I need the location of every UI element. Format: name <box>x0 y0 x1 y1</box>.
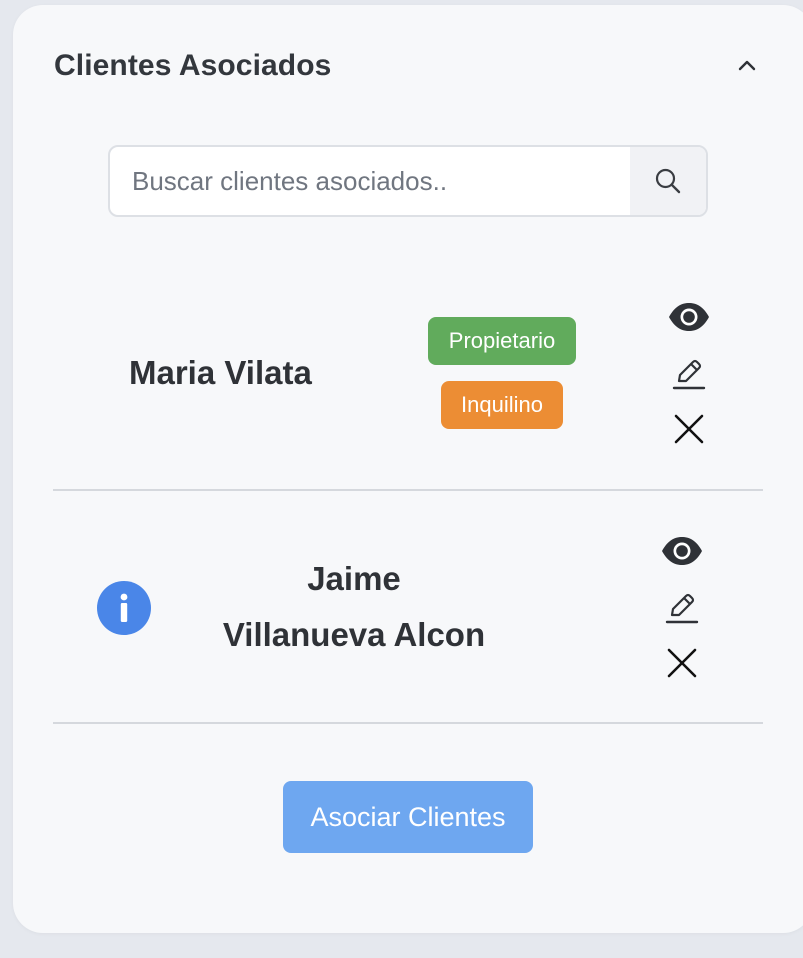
edit-client-button[interactable] <box>659 588 705 628</box>
client-name: Maria Vilata <box>129 354 312 391</box>
search-button[interactable] <box>630 147 706 215</box>
edit-icon <box>672 359 706 390</box>
remove-client-button[interactable] <box>659 643 705 683</box>
eye-icon <box>662 537 702 565</box>
role-badge-inquilino: Inquilino <box>441 381 563 429</box>
client-name-last: Villanueva Alcon <box>222 616 486 653</box>
associate-clients-button[interactable]: Asociar Clientes <box>283 781 533 853</box>
collapse-button[interactable] <box>732 51 762 81</box>
search-input[interactable] <box>110 147 632 215</box>
close-icon <box>667 648 697 678</box>
role-badge-propietario: Propietario <box>428 317 576 365</box>
view-client-button[interactable] <box>659 531 705 571</box>
close-icon <box>674 414 704 444</box>
row-divider <box>53 489 763 491</box>
search-box <box>108 145 708 217</box>
associated-clients-panel: Clientes Asociados Maria Vilata Propieta… <box>13 5 803 933</box>
client-name-first: Jaime <box>307 560 401 597</box>
remove-client-button[interactable] <box>666 409 712 449</box>
info-glyph <box>120 593 128 622</box>
view-client-button[interactable] <box>666 297 712 337</box>
edit-client-button[interactable] <box>666 354 712 394</box>
info-icon[interactable] <box>97 581 151 635</box>
edit-icon <box>665 593 699 624</box>
panel-title: Clientes Asociados <box>54 49 332 82</box>
search-icon <box>655 168 681 194</box>
row-divider <box>53 722 763 724</box>
eye-icon <box>669 303 709 331</box>
chevron-up-icon <box>738 60 756 71</box>
